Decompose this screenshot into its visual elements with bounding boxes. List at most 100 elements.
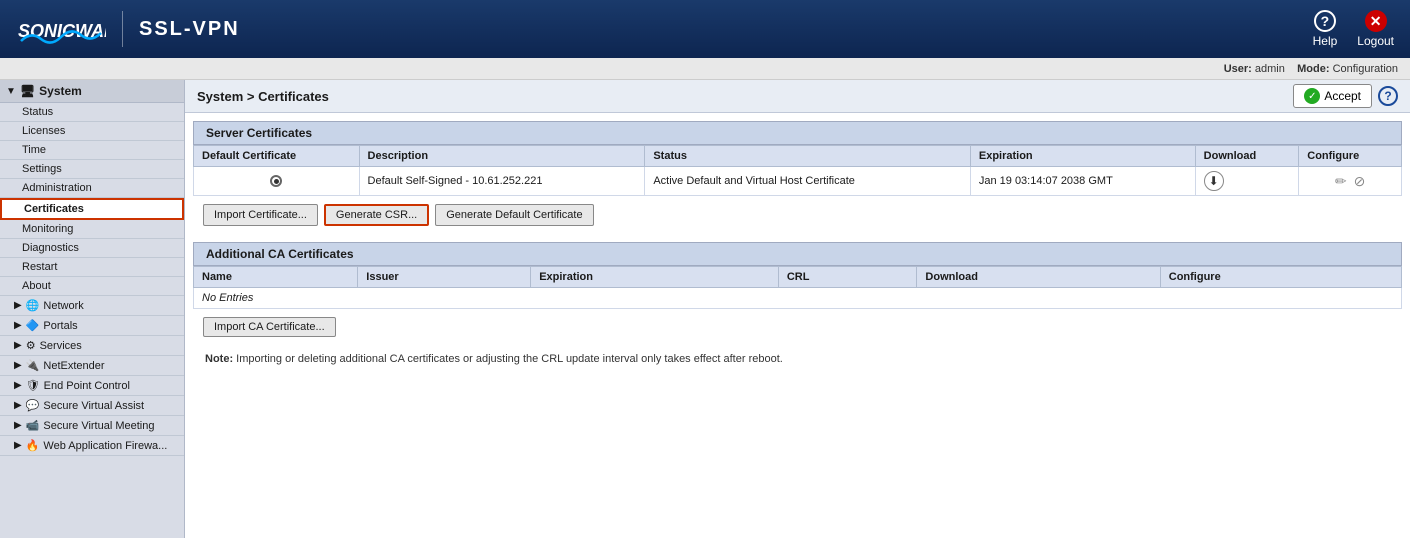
logout-icon: ✕ xyxy=(1365,10,1387,32)
endpoint-tri-icon: ▶ xyxy=(14,380,22,391)
edit-icon[interactable]: ✏ xyxy=(1335,173,1347,189)
logout-label: Logout xyxy=(1357,34,1394,48)
endpoint-icon: 🛡 xyxy=(26,379,40,392)
table-row: Default Self-Signed - 10.61.252.221 Acti… xyxy=(194,167,1402,196)
generate-default-button[interactable]: Generate Default Certificate xyxy=(435,204,593,226)
sva-icon: 💬 xyxy=(26,399,40,412)
sidebar-item-status[interactable]: Status xyxy=(0,103,184,122)
col-default-cert: Default Certificate xyxy=(194,146,360,167)
generate-csr-button[interactable]: Generate CSR... xyxy=(324,204,429,226)
svm-tri-icon: ▶ xyxy=(14,420,22,431)
header-divider xyxy=(122,11,123,47)
sidebar-netextender[interactable]: ▶ 🔌 NetExtender xyxy=(0,356,184,376)
waf-icon: 🔥 xyxy=(26,439,40,452)
ca-col-issuer: Issuer xyxy=(358,267,531,288)
download-icon[interactable]: ⬇ xyxy=(1204,171,1224,191)
triangle-down-icon: ▼ xyxy=(6,86,16,97)
additional-ca-table: Name Issuer Expiration CRL Download Conf… xyxy=(193,266,1402,309)
services-icon: ⚙ xyxy=(26,339,36,352)
cert-configure[interactable]: ✏ ⊘ xyxy=(1299,167,1402,196)
mode-value: Configuration xyxy=(1333,63,1398,75)
sva-tri-icon: ▶ xyxy=(14,400,22,411)
sidebar-system-header[interactable]: ▼ 🖥 System xyxy=(0,80,184,103)
mode-label: Mode: xyxy=(1297,63,1329,75)
sidebar-item-diagnostics[interactable]: Diagnostics xyxy=(0,239,184,258)
sidebar-item-about[interactable]: About xyxy=(0,277,184,296)
ca-action-buttons: Import CA Certificate... xyxy=(193,309,1402,345)
help-label: Help xyxy=(1313,34,1338,48)
user-info: User: admin Mode: Configuration xyxy=(1224,63,1398,75)
portals-tri-icon: ▶ xyxy=(14,320,22,331)
portals-icon: 🔷 xyxy=(26,319,40,332)
user-label: User: xyxy=(1224,63,1252,75)
sidebar-portals-header[interactable]: ▶ 🔷 Portals xyxy=(0,316,184,336)
col-download: Download xyxy=(1195,146,1299,167)
network-icon: 🌐 xyxy=(26,299,40,312)
content-inner: Server Certificates Default Certificate … xyxy=(185,121,1410,373)
header-title: SSL-VPN xyxy=(139,18,240,41)
accept-check-icon: ✓ xyxy=(1304,88,1320,104)
cert-expiration: Jan 19 03:14:07 2038 GMT xyxy=(970,167,1195,196)
header: SONICWALL SSL-VPN ? Help ✕ Logout xyxy=(0,0,1410,58)
server-certificates-header: Server Certificates xyxy=(193,121,1402,145)
sidebar-endpoint[interactable]: ▶ 🛡 End Point Control xyxy=(0,376,184,396)
cert-default-radio[interactable] xyxy=(194,167,360,196)
help-icon: ? xyxy=(1314,10,1336,32)
user-value: admin xyxy=(1255,63,1285,75)
ca-col-configure: Configure xyxy=(1160,267,1401,288)
sidebar: ▼ 🖥 System Status Licenses Time Settings… xyxy=(0,80,185,538)
services-tri-icon: ▶ xyxy=(14,340,22,351)
note-text: Importing or deleting additional CA cert… xyxy=(236,353,783,365)
no-entries-row: No Entries xyxy=(194,288,1402,309)
col-status: Status xyxy=(645,146,971,167)
header-left: SONICWALL SSL-VPN xyxy=(16,11,240,47)
additional-ca-header: Additional CA Certificates xyxy=(193,242,1402,266)
cert-download[interactable]: ⬇ xyxy=(1195,167,1299,196)
sidebar-secure-virtual-assist[interactable]: ▶ 💬 Secure Virtual Assist xyxy=(0,396,184,416)
ca-col-expiration: Expiration xyxy=(531,267,779,288)
accept-button[interactable]: ✓ Accept xyxy=(1293,84,1372,108)
header-actions: ? Help ✕ Logout xyxy=(1313,10,1394,48)
content-area: System > Certificates ✓ Accept ? Server … xyxy=(185,80,1410,538)
ca-col-crl: CRL xyxy=(778,267,917,288)
svm-icon: 📹 xyxy=(26,419,40,432)
import-ca-button[interactable]: Import CA Certificate... xyxy=(203,317,336,337)
waf-tri-icon: ▶ xyxy=(14,440,22,451)
content-help-icon[interactable]: ? xyxy=(1378,86,1398,106)
main-layout: ▼ 🖥 System Status Licenses Time Settings… xyxy=(0,80,1410,538)
server-certificates-table: Default Certificate Description Status E… xyxy=(193,145,1402,196)
logo-area: SONICWALL xyxy=(16,11,106,47)
sidebar-item-settings[interactable]: Settings xyxy=(0,160,184,179)
ca-col-download: Download xyxy=(917,267,1160,288)
logout-button[interactable]: ✕ Logout xyxy=(1357,10,1394,48)
cert-description: Default Self-Signed - 10.61.252.221 xyxy=(359,167,645,196)
sidebar-item-certificates[interactable]: Certificates xyxy=(0,198,184,220)
sidebar-item-restart[interactable]: Restart xyxy=(0,258,184,277)
topbar: User: admin Mode: Configuration xyxy=(0,58,1410,80)
sidebar-item-time[interactable]: Time xyxy=(0,141,184,160)
breadcrumb-bar: System > Certificates ✓ Accept ? xyxy=(185,80,1410,113)
col-configure: Configure xyxy=(1299,146,1402,167)
accept-label: Accept xyxy=(1324,89,1361,103)
ca-col-name: Name xyxy=(194,267,358,288)
no-entries-cell: No Entries xyxy=(194,288,1402,309)
help-button[interactable]: ? Help xyxy=(1313,10,1338,48)
sidebar-network-header[interactable]: ▶ 🌐 Network xyxy=(0,296,184,316)
monitor-icon: 🖥 xyxy=(20,84,35,98)
col-expiration: Expiration xyxy=(970,146,1195,167)
sidebar-item-administration[interactable]: Administration xyxy=(0,179,184,198)
col-description: Description xyxy=(359,146,645,167)
sidebar-web-app-firewall[interactable]: ▶ 🔥 Web Application Firewa... xyxy=(0,436,184,456)
sidebar-secure-virtual-meeting[interactable]: ▶ 📹 Secure Virtual Meeting xyxy=(0,416,184,436)
breadcrumb: System > Certificates xyxy=(197,89,329,104)
delete-icon[interactable]: ⊘ xyxy=(1354,173,1366,189)
sidebar-item-monitoring[interactable]: Monitoring xyxy=(0,220,184,239)
cert-action-buttons: Import Certificate... Generate CSR... Ge… xyxy=(193,196,1402,234)
import-certificate-button[interactable]: Import Certificate... xyxy=(203,204,318,226)
netextender-icon: 🔌 xyxy=(26,359,40,372)
triangle-right-icon: ▶ xyxy=(14,300,22,311)
sidebar-services-header[interactable]: ▶ ⚙ Services xyxy=(0,336,184,356)
sidebar-item-licenses[interactable]: Licenses xyxy=(0,122,184,141)
netextender-tri-icon: ▶ xyxy=(14,360,22,371)
sonicwall-logo: SONICWALL xyxy=(16,11,106,47)
